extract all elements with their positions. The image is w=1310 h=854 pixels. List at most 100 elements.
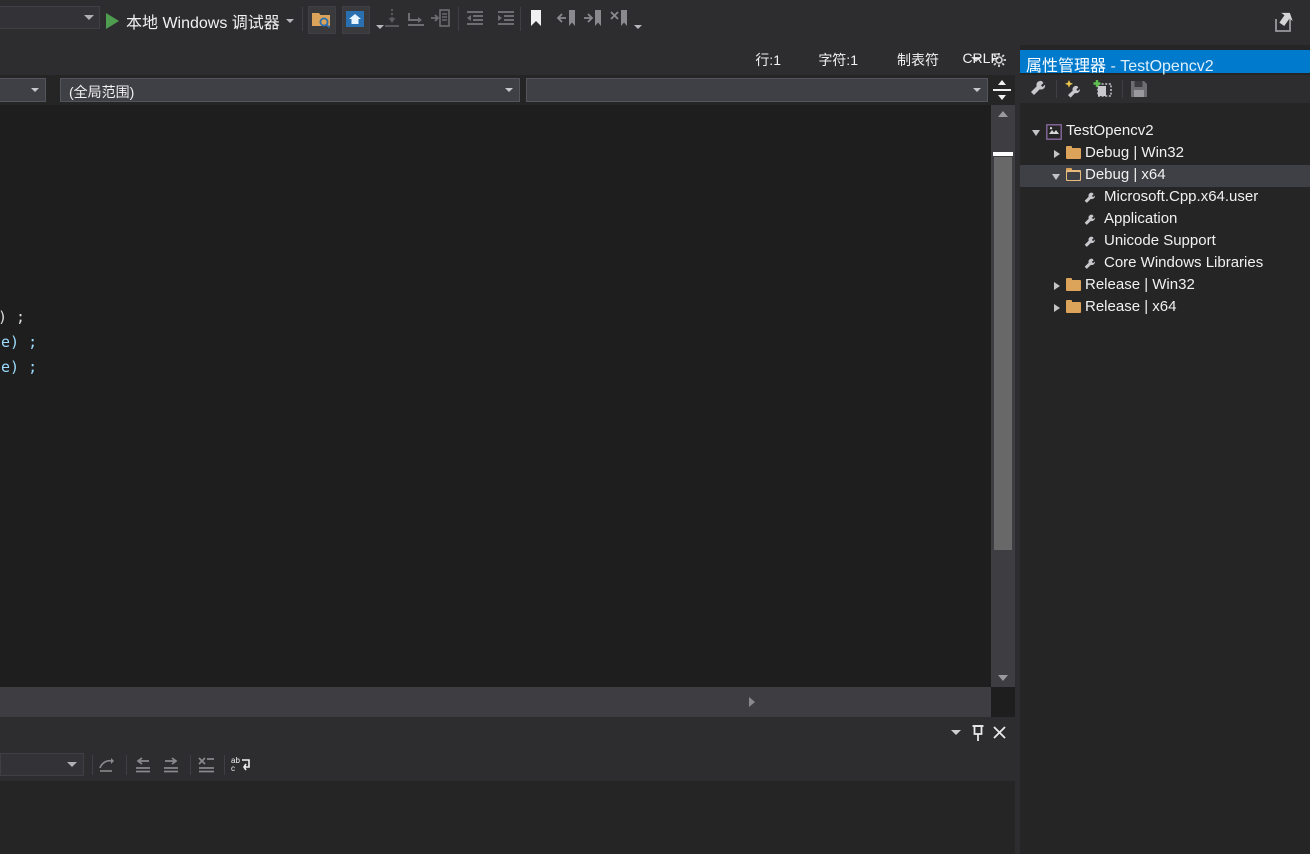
- expander-open-icon[interactable]: [1052, 174, 1060, 180]
- chevron-down-icon: [84, 15, 94, 20]
- tree-row[interactable]: Microsoft.Cpp.x64.user: [1020, 187, 1310, 209]
- property-sheet-icon: [1082, 191, 1098, 207]
- home-icon[interactable]: [342, 6, 370, 34]
- code-editor-region: (全局范围) ) ; ge) ; ge) ;: [0, 45, 1015, 717]
- code-line: ge) ;: [0, 333, 38, 351]
- scroll-right-icon[interactable]: [749, 697, 755, 707]
- clear-bookmarks-icon: [608, 6, 634, 32]
- solution-configuration-combo[interactable]: [0, 6, 100, 29]
- toolbar-separator: [126, 755, 127, 775]
- clear-all-icon: [195, 754, 219, 776]
- scroll-down-icon[interactable]: [998, 675, 1008, 681]
- step-out-icon: [428, 6, 454, 32]
- split-view-icon[interactable]: [990, 77, 1014, 103]
- chevron-down-icon: [973, 88, 981, 92]
- expander-open-icon[interactable]: [1032, 130, 1040, 136]
- expander-closed-icon[interactable]: [1054, 282, 1060, 290]
- save-icon: [1128, 78, 1154, 101]
- go-to-previous-message-icon: [132, 754, 156, 776]
- output-panel-header: [0, 717, 1015, 748]
- chevron-down-icon: [505, 88, 513, 92]
- toolbar-separator: [224, 755, 225, 775]
- tree-row[interactable]: Core Windows Libraries: [1020, 253, 1310, 275]
- output-panel-content[interactable]: [0, 781, 1015, 854]
- close-icon[interactable]: [992, 725, 1007, 740]
- tree-row-label: Debug | Win32: [1085, 144, 1184, 161]
- tree-row-label: Microsoft.Cpp.x64.user: [1104, 188, 1259, 205]
- code-line: ge) ;: [0, 358, 38, 376]
- toolbar-separator: [458, 7, 459, 31]
- property-page-icon[interactable]: [1028, 78, 1054, 101]
- property-manager-toolbar: [1020, 75, 1310, 103]
- chevron-down-icon: [31, 88, 39, 92]
- svg-text:c: c: [231, 764, 235, 773]
- navbar-member-combo[interactable]: [526, 78, 988, 102]
- output-panel-toolbar: ab c: [0, 748, 1015, 781]
- step-over-icon: [404, 6, 430, 32]
- property-manager-tree: TestOpencv2 Debug | Win32 Debug | x64 Mi…: [1020, 105, 1310, 854]
- property-sheet-icon: [1082, 235, 1098, 251]
- property-manager-panel: 属性管理器 - TestOpencv2 TestOpencv2 Debug | …: [1020, 45, 1310, 854]
- editor-horizontal-scrollbar[interactable]: [0, 687, 991, 717]
- toolbar-overflow-icon[interactable]: [634, 25, 642, 29]
- step-into-icon: [380, 6, 406, 32]
- tree-row[interactable]: TestOpencv2: [1020, 121, 1310, 143]
- toolbar-separator: [92, 755, 93, 775]
- navbar-scope-value: (全局范围): [69, 84, 135, 100]
- navbar-scope-combo[interactable]: (全局范围): [60, 78, 520, 102]
- toggle-word-wrap-icon[interactable]: ab c: [230, 754, 254, 776]
- property-sheet-icon: [1082, 213, 1098, 229]
- tree-row-label: Unicode Support: [1104, 232, 1216, 249]
- tree-row[interactable]: Unicode Support: [1020, 231, 1310, 253]
- status-eol: CRLF: [962, 50, 999, 66]
- document-tabstrip: [0, 45, 1015, 75]
- property-manager-title-bar: 属性管理器 - TestOpencv2: [1020, 50, 1310, 75]
- tree-row-label: Release | Win32: [1085, 276, 1195, 293]
- previous-bookmark-icon: [556, 6, 582, 32]
- run-debugger-label[interactable]: 本地 Windows 调试器: [126, 9, 280, 33]
- pin-icon[interactable]: [970, 724, 986, 742]
- next-bookmark-icon: [582, 6, 608, 32]
- expander-closed-icon[interactable]: [1054, 150, 1060, 158]
- expander-closed-icon[interactable]: [1054, 304, 1060, 312]
- toolbar-separator: [190, 755, 191, 775]
- status-character: 字符:1: [818, 52, 858, 68]
- tree-row-label: TestOpencv2: [1066, 122, 1154, 139]
- show-output-from-icon: [96, 754, 120, 776]
- find-in-files-icon[interactable]: [308, 6, 336, 34]
- tree-row[interactable]: Debug | x64: [1020, 165, 1310, 187]
- toolbar-separator: [1056, 80, 1057, 98]
- output-source-combo[interactable]: [0, 753, 84, 776]
- tree-row[interactable]: Application: [1020, 209, 1310, 231]
- editor-vertical-scrollbar[interactable]: [991, 105, 1015, 687]
- output-panel: ab c: [0, 717, 1015, 854]
- bookmark-icon[interactable]: [524, 6, 550, 32]
- add-existing-property-sheet-icon[interactable]: [1092, 78, 1118, 101]
- go-to-next-message-icon: [160, 754, 184, 776]
- editor-navigation-bar: (全局范围): [0, 75, 1015, 105]
- scroll-up-icon[interactable]: [998, 111, 1008, 117]
- chevron-down-icon: [67, 762, 77, 767]
- play-icon[interactable]: [106, 13, 119, 29]
- vertical-scrollbar-thumb[interactable]: [994, 157, 1012, 550]
- chevron-down-icon[interactable]: [951, 730, 961, 735]
- toolbar-separator: [520, 7, 521, 31]
- tree-row-label: Application: [1104, 210, 1178, 227]
- share-icon[interactable]: [1272, 9, 1298, 35]
- property-manager-title: 属性管理器 - TestOpencv2: [1026, 58, 1214, 75]
- toolbar-separator: [302, 7, 303, 31]
- visual-studio-window: 本地 Windows 调试器 (全局范围)) ; e) ; e) ; 行:1 …: [0, 0, 1310, 854]
- code-text-area[interactable]: ) ; ge) ; ge) ;: [0, 105, 991, 717]
- tree-row[interactable]: Release | Win32: [1020, 275, 1310, 297]
- main-toolbar: 本地 Windows 调试器: [0, 0, 1310, 45]
- add-new-project-property-sheet-icon[interactable]: [1062, 78, 1088, 101]
- navbar-project-combo[interactable]: [0, 78, 46, 102]
- run-debugger-dropdown-icon[interactable]: [286, 19, 294, 23]
- scrollbar-change-marker: [993, 152, 1013, 156]
- status-tab: 制表符: [897, 52, 939, 68]
- tree-row[interactable]: Debug | Win32: [1020, 143, 1310, 165]
- tree-row-label: Debug | x64: [1085, 166, 1166, 183]
- property-sheet-icon: [1082, 257, 1098, 273]
- increase-indent-icon: [494, 6, 520, 32]
- tree-row[interactable]: Release | x64: [1020, 297, 1310, 319]
